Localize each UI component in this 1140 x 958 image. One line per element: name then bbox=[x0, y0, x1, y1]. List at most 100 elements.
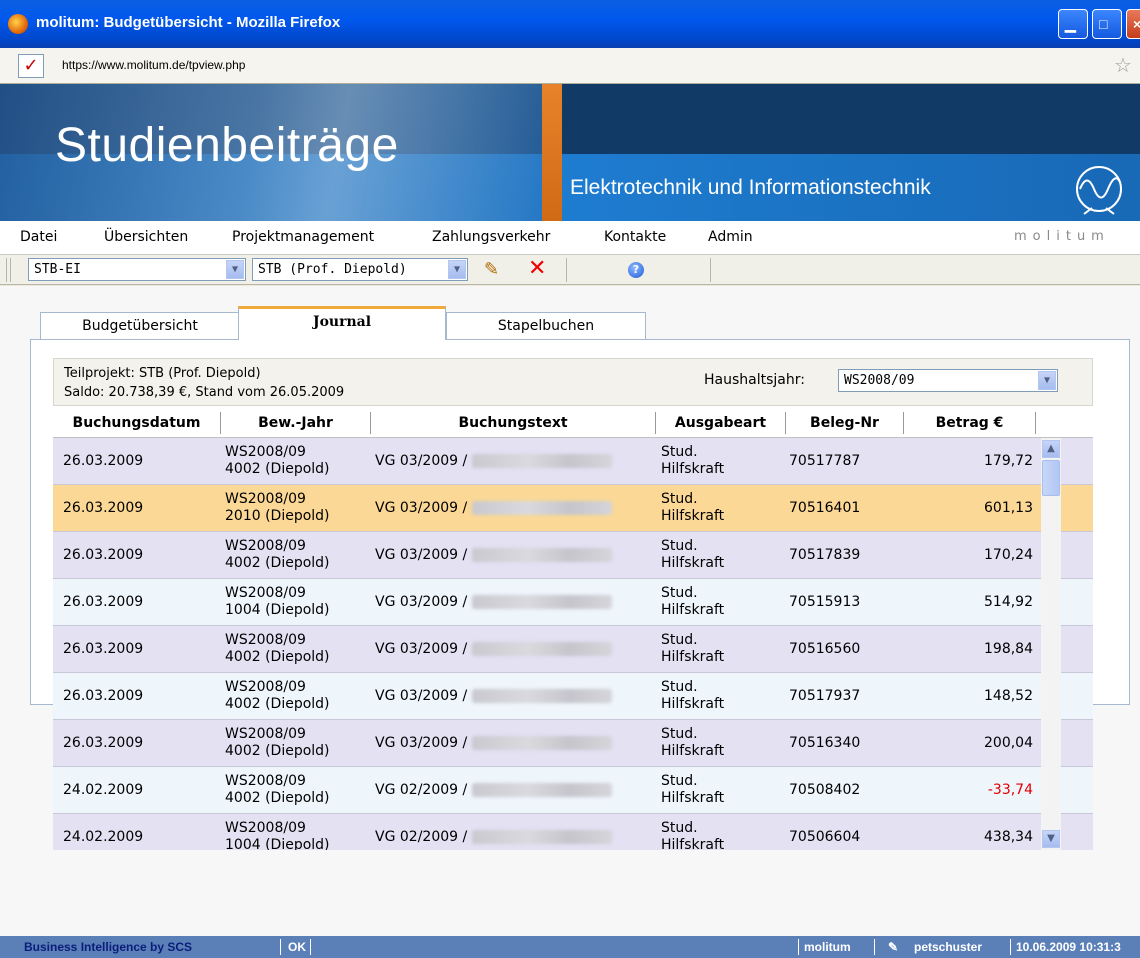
redacted-name bbox=[471, 595, 612, 609]
edit-pencil-icon[interactable]: ✎ bbox=[484, 259, 499, 280]
status-brand: Business Intelligence by SCS bbox=[24, 940, 193, 954]
cell-buchungsdatum: 26.03.2009 bbox=[63, 641, 144, 657]
cell-beleg-nr: 70517839 bbox=[789, 547, 861, 563]
banner-subtitle: Elektrotechnik und Informationstechnik bbox=[570, 176, 931, 199]
menu-projektmanagement[interactable]: Projektmanagement bbox=[232, 229, 374, 245]
project-select[interactable]: STB-EI ▼ bbox=[28, 258, 246, 281]
close-button[interactable]: × bbox=[1126, 9, 1140, 39]
header-ausgabeart[interactable]: Ausgabeart bbox=[656, 412, 786, 434]
header-betrag[interactable]: Betrag € bbox=[904, 412, 1036, 434]
header-bew-jahr[interactable]: Bew.-Jahr bbox=[221, 412, 371, 434]
teilprojekt-label: Teilprojekt: STB (Prof. Diepold) bbox=[64, 366, 261, 381]
header-buchungstext[interactable]: Buchungstext bbox=[371, 412, 656, 434]
omega-logo-icon bbox=[1076, 166, 1122, 215]
cell-beleg-nr: 70516560 bbox=[789, 641, 861, 657]
haushaltsjahr-label: Haushaltsjahr: bbox=[704, 372, 805, 388]
chevron-down-icon[interactable]: ▼ bbox=[448, 260, 466, 279]
menu-kontakte[interactable]: Kontakte bbox=[604, 229, 666, 245]
info-bar: Teilprojekt: STB (Prof. Diepold) Saldo: … bbox=[53, 358, 1093, 406]
site-identity-icon[interactable]: ✓ bbox=[18, 54, 44, 78]
cell-beleg-nr: 70517937 bbox=[789, 688, 861, 704]
user-icon: ✎ bbox=[888, 940, 899, 954]
menu-datei[interactable]: Datei bbox=[20, 229, 57, 245]
cell-ausgabeart: Stud. Hilfskraft bbox=[661, 444, 725, 477]
header-beleg-nr[interactable]: Beleg-Nr bbox=[786, 412, 904, 434]
chevron-down-icon[interactable]: ▼ bbox=[226, 260, 244, 279]
cell-betrag: 601,13 bbox=[984, 500, 1033, 516]
table-row[interactable]: 24.02.2009 WS2008/09 1004 (Diepold) VG 02/2… bbox=[53, 814, 1093, 850]
table-row[interactable]: 24.02.2009 WS2008/09 4002 (Diepold) VG 02/2… bbox=[53, 767, 1093, 814]
close-icon: × bbox=[1133, 16, 1140, 32]
table-row[interactable]: 26.03.2009 WS2008/09 2010 (Diepold) VG 03/2… bbox=[53, 485, 1093, 532]
haushaltsjahr-value: WS2008/09 bbox=[844, 373, 915, 388]
bookmark-star-icon[interactable]: ☆ bbox=[1114, 53, 1132, 77]
cell-beleg-nr: 70508402 bbox=[789, 782, 861, 798]
header-buchungsdatum[interactable]: Buchungsdatum bbox=[53, 412, 221, 434]
table-body: 26.03.2009 WS2008/09 4002 (Diepold) VG 03/2… bbox=[53, 438, 1093, 850]
table-row[interactable]: 26.03.2009 WS2008/09 4002 (Diepold) VG 03/2… bbox=[53, 532, 1093, 579]
minimize-icon: ▁ bbox=[1065, 16, 1076, 32]
minimize-button[interactable]: ▁ bbox=[1058, 9, 1088, 39]
subproject-select-value: STB (Prof. Diepold) bbox=[258, 262, 407, 277]
table-row[interactable]: 26.03.2009 WS2008/09 4002 (Diepold) VG 03/2… bbox=[53, 720, 1093, 767]
cell-ausgabeart: Stud. Hilfskraft bbox=[661, 773, 725, 806]
cell-buchungstext: VG 03/2009 / bbox=[375, 688, 612, 704]
window-titlebar[interactable]: molitum: Budgetübersicht - Mozilla Firef… bbox=[0, 0, 1140, 48]
status-app: molitum bbox=[804, 940, 851, 954]
window-title: molitum: Budgetübersicht - Mozilla Firef… bbox=[36, 14, 341, 31]
tab-journal[interactable]: Journal bbox=[238, 306, 446, 340]
status-datetime: 10.06.2009 10:31:3 bbox=[1016, 940, 1121, 954]
menu-zahlungsverkehr[interactable]: Zahlungsverkehr bbox=[432, 229, 550, 245]
status-bar: Business Intelligence by SCS OK molitum … bbox=[0, 936, 1140, 958]
tab-budgetuebersicht[interactable]: Budgetübersicht bbox=[40, 312, 240, 340]
cell-buchungstext: VG 03/2009 / bbox=[375, 594, 612, 610]
redacted-name bbox=[471, 642, 612, 656]
delete-x-icon[interactable]: ✕ bbox=[528, 256, 546, 281]
scroll-up-icon[interactable]: ▲ bbox=[1042, 440, 1060, 458]
cell-buchungsdatum: 26.03.2009 bbox=[63, 735, 144, 751]
table-row[interactable]: 26.03.2009 WS2008/09 4002 (Diepold) VG 03/2… bbox=[53, 673, 1093, 720]
cell-buchungstext: VG 03/2009 / bbox=[375, 547, 612, 563]
menu-uebersichten[interactable]: Übersichten bbox=[104, 229, 188, 245]
cell-bew-jahr: WS2008/09 4002 (Diepold) bbox=[225, 726, 330, 759]
cell-beleg-nr: 70516340 bbox=[789, 735, 861, 751]
table-row[interactable]: 26.03.2009 WS2008/09 4002 (Diepold) VG 03/2… bbox=[53, 626, 1093, 673]
cell-beleg-nr: 70506604 bbox=[789, 829, 861, 845]
maximize-button[interactable]: □ bbox=[1092, 9, 1122, 39]
cell-buchungsdatum: 26.03.2009 bbox=[63, 688, 144, 704]
haushaltsjahr-select[interactable]: WS2008/09 ▼ bbox=[838, 369, 1058, 392]
status-ok: OK bbox=[288, 940, 306, 954]
table-row[interactable]: 26.03.2009 WS2008/09 4002 (Diepold) VG 03/2… bbox=[53, 438, 1093, 485]
cell-ausgabeart: Stud. Hilfskraft bbox=[661, 726, 725, 759]
subproject-select[interactable]: STB (Prof. Diepold) ▼ bbox=[252, 258, 468, 281]
cell-ausgabeart: Stud. Hilfskraft bbox=[661, 632, 725, 665]
cell-betrag: 198,84 bbox=[984, 641, 1033, 657]
cell-bew-jahr: WS2008/09 1004 (Diepold) bbox=[225, 820, 330, 850]
table-scrollbar[interactable]: ▲ ▼ bbox=[1041, 438, 1061, 850]
cell-buchungsdatum: 26.03.2009 bbox=[63, 500, 144, 516]
scroll-thumb[interactable] bbox=[1042, 460, 1060, 496]
cell-buchungsdatum: 26.03.2009 bbox=[63, 594, 144, 610]
cell-ausgabeart: Stud. Hilfskraft bbox=[661, 491, 725, 524]
main-content: Budgetübersicht Journal Stapelbuchen Tei… bbox=[0, 286, 1140, 936]
cell-buchungsdatum: 24.02.2009 bbox=[63, 829, 144, 845]
redacted-name bbox=[471, 454, 612, 468]
banner-title: Studienbeiträge bbox=[55, 119, 399, 172]
help-icon[interactable]: ? bbox=[628, 262, 644, 278]
cell-buchungsdatum: 24.02.2009 bbox=[63, 782, 144, 798]
scroll-down-icon[interactable]: ▼ bbox=[1042, 830, 1060, 848]
chevron-down-icon[interactable]: ▼ bbox=[1038, 371, 1056, 390]
saldo-label: Saldo: 20.738,39 €, Stand vom 26.05.2009 bbox=[64, 385, 345, 400]
cell-buchungsdatum: 26.03.2009 bbox=[63, 547, 144, 563]
redacted-name bbox=[471, 783, 612, 797]
menu-admin[interactable]: Admin bbox=[708, 229, 753, 245]
redacted-name bbox=[471, 501, 612, 515]
table-header: Buchungsdatum Bew.-Jahr Buchungstext Aus… bbox=[53, 406, 1093, 438]
firefox-icon bbox=[8, 14, 28, 34]
table-row[interactable]: 26.03.2009 WS2008/09 1004 (Diepold) VG 03/2… bbox=[53, 579, 1093, 626]
redacted-name bbox=[471, 689, 612, 703]
status-user: petschuster bbox=[914, 940, 983, 954]
tab-stapelbuchen[interactable]: Stapelbuchen bbox=[446, 312, 646, 340]
cell-buchungstext: VG 02/2009 / bbox=[375, 782, 612, 798]
url-input[interactable]: https://www.molitum.de/tpview.php bbox=[62, 58, 245, 72]
